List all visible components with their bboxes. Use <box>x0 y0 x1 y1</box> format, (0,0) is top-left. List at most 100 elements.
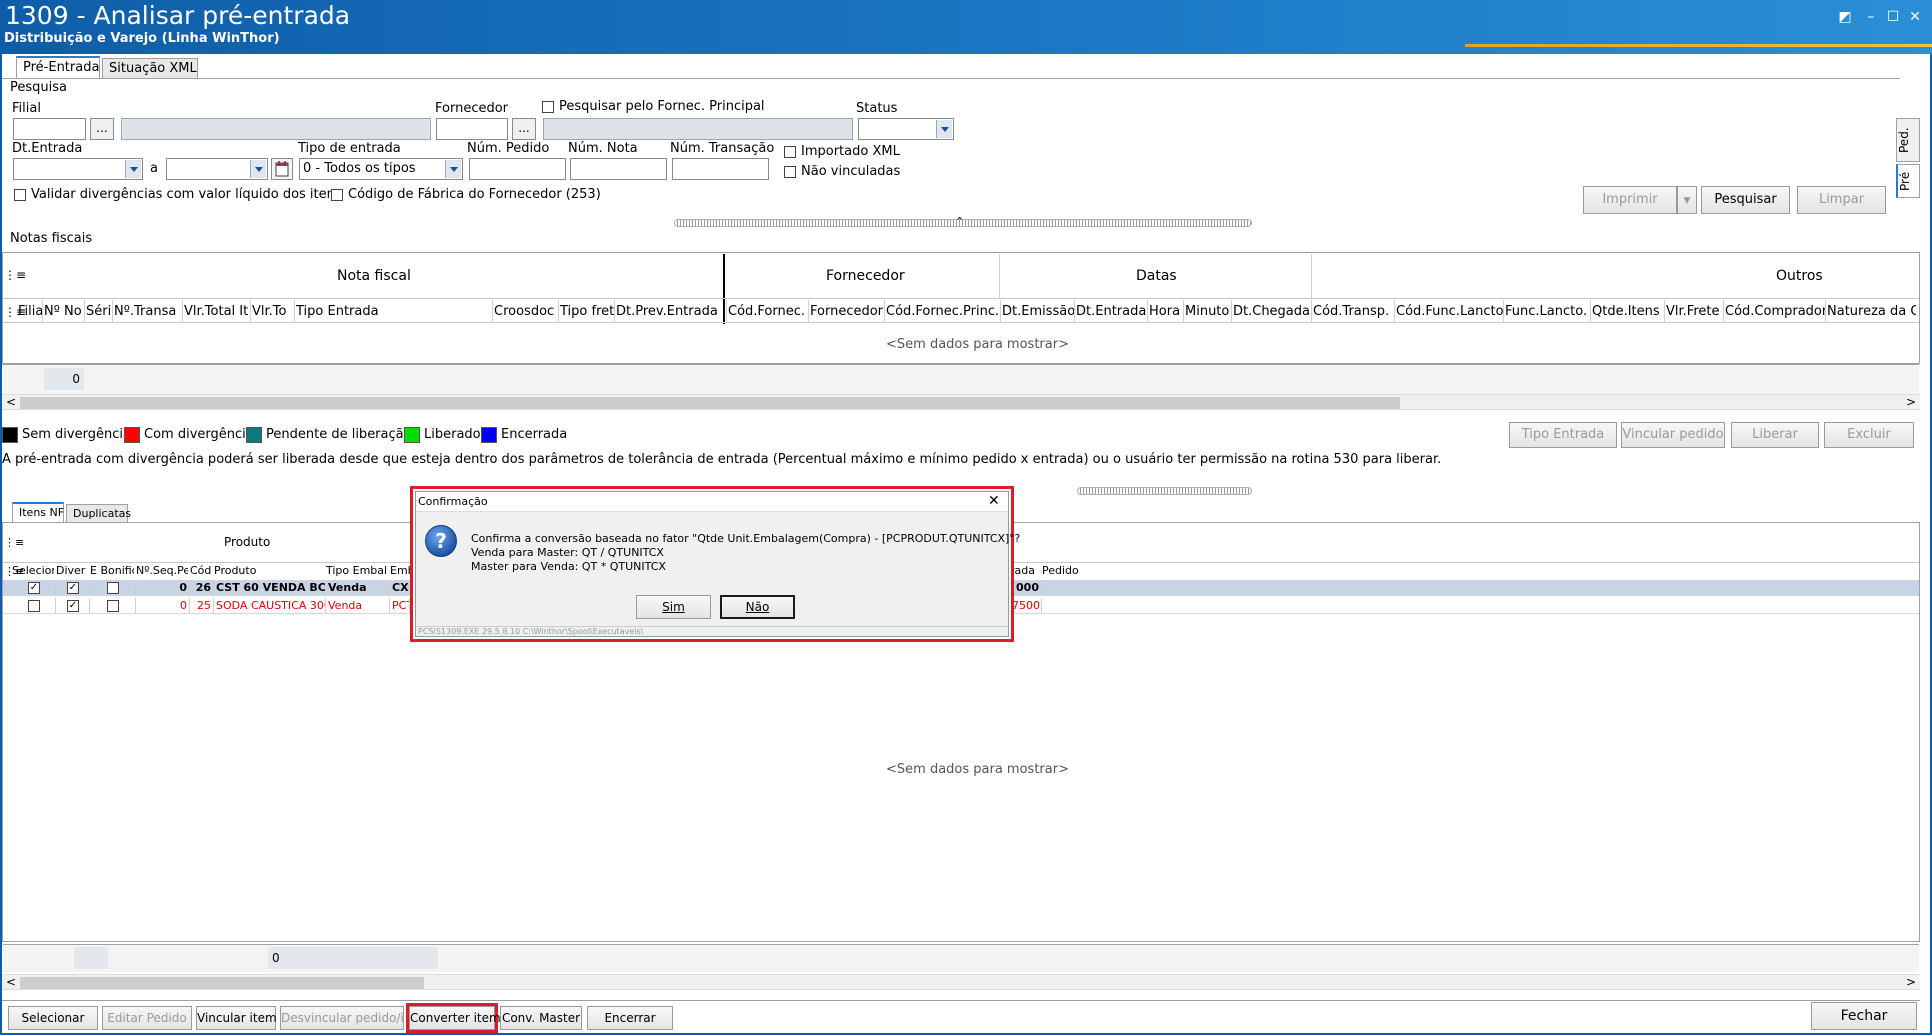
nf-col-header[interactable]: Cód.Fornec. <box>728 304 808 319</box>
col-divider <box>1503 300 1504 322</box>
minimize-button[interactable]: – <box>1860 6 1882 28</box>
itens-col-header[interactable]: rada <box>1010 564 1040 577</box>
nf-col-header[interactable]: Qtde.Itens <box>1592 304 1664 319</box>
nf-col-header[interactable]: Cód.Comprador <box>1725 304 1825 319</box>
status-select[interactable] <box>858 118 954 140</box>
grid-menu-icon[interactable]: ⋮≡ <box>4 268 26 282</box>
scroll-right-icon[interactable]: > <box>1906 395 1916 409</box>
side-tab-pre[interactable]: Pré <box>1896 164 1920 198</box>
itens-col-header[interactable]: Nº.Seq.Pe <box>136 564 188 577</box>
nf-col-header[interactable]: Dt.Entrada <box>1076 304 1147 319</box>
side-tab-ped[interactable]: Ped. <box>1896 118 1920 162</box>
imprimir-dropdown[interactable]: ▼ <box>1677 186 1697 214</box>
divergence-checkbox-box[interactable]: ✓ <box>67 582 79 594</box>
vincular-pedido-button[interactable]: Vincular pedido <box>1621 422 1725 448</box>
conv-master-button[interactable]: Conv. Master <box>500 1006 582 1030</box>
selecionar-button[interactable]: Selecionar <box>8 1006 98 1030</box>
filial-search-button[interactable]: ... <box>90 118 114 140</box>
itens-col-header[interactable]: Cód <box>190 564 212 577</box>
itens-col-header[interactable]: E Bonifica <box>90 564 134 577</box>
collapse-up-icon[interactable]: ⌃ <box>955 215 964 228</box>
encerrar-button[interactable]: Encerrar <box>587 1006 673 1030</box>
tab-duplicatas[interactable]: Duplicatas <box>66 504 131 522</box>
importado-xml-checkbox[interactable] <box>784 146 796 158</box>
tipo-entrada-select[interactable]: 0 - Todos os tipos <box>299 158 463 180</box>
tipo-entrada-button[interactable]: Tipo Entrada <box>1509 422 1617 448</box>
fornecedor-input[interactable] <box>436 118 508 140</box>
tab-pre-entrada[interactable]: Pré-Entrada <box>16 56 100 78</box>
close-button[interactable]: ✕ <box>1904 6 1926 28</box>
nf-col-header[interactable]: Cód.Fornec.Princ. <box>886 304 1000 319</box>
bonificacao-checkbox-box[interactable] <box>107 582 119 594</box>
nf-col-header[interactable]: Cód.Func.Lancto <box>1396 304 1503 319</box>
itens-col-header[interactable]: Produto <box>214 564 324 577</box>
scroll-thumb[interactable] <box>20 977 424 989</box>
notas-hscrollbar[interactable]: < > <box>2 394 1920 410</box>
itens-hscrollbar[interactable]: < > <box>2 974 1920 990</box>
nf-col-header[interactable]: Séri <box>86 304 112 319</box>
nao-vinculadas-checkbox[interactable] <box>784 166 796 178</box>
nf-col-header[interactable]: Dt.Emissão <box>1002 304 1074 319</box>
grid-menu-icon[interactable]: ⋮≡ <box>4 536 24 549</box>
num-nota-input[interactable] <box>570 158 667 180</box>
nf-col-header[interactable]: Dt.Prev.Entrada <box>616 304 726 319</box>
nf-col-header[interactable]: Func.Lancto. <box>1505 304 1590 319</box>
dt-entrada-inicio[interactable] <box>13 158 143 180</box>
nf-col-header[interactable]: Vlr.Frete <box>1666 304 1723 319</box>
bonificacao-checkbox <box>90 598 136 614</box>
nf-col-header[interactable]: Minuto <box>1185 304 1231 319</box>
maximize-button[interactable]: ☐ <box>1882 6 1904 28</box>
num-transacao-input[interactable] <box>672 158 769 180</box>
imprimir-button[interactable]: Imprimir <box>1583 186 1677 214</box>
calendar-icon[interactable] <box>271 158 293 180</box>
liberar-button[interactable]: Liberar <box>1731 422 1819 448</box>
nf-col-header[interactable]: Nº.Transa <box>114 304 182 319</box>
nao-button[interactable]: Não <box>720 595 795 619</box>
scroll-left-icon[interactable]: < <box>6 395 16 409</box>
itens-col-header[interactable]: Selecion <box>12 564 54 577</box>
nf-col-header[interactable]: Natureza da Op <box>1827 304 1916 319</box>
codigo-fabrica-checkbox[interactable] <box>331 189 343 201</box>
nf-col-header[interactable]: Tipo fret <box>560 304 614 319</box>
validar-divergencias-checkbox[interactable] <box>14 189 26 201</box>
nf-col-header[interactable]: Cód.Transp. <box>1313 304 1394 319</box>
filial-input[interactable] <box>13 118 86 140</box>
scroll-thumb[interactable] <box>20 397 1400 409</box>
bonificacao-checkbox-box[interactable] <box>107 600 119 612</box>
desvincular-button[interactable]: Desvincular pedido/item <box>280 1006 404 1030</box>
pesquisar-fornec-checkbox[interactable] <box>542 101 554 113</box>
scroll-left-icon[interactable]: < <box>6 975 16 989</box>
select-checkbox-box[interactable]: ✓ <box>28 582 40 594</box>
divergence-checkbox-box[interactable]: ✓ <box>67 600 79 612</box>
restore-icon[interactable]: ◩ <box>1834 6 1856 28</box>
nf-col-header[interactable]: Vlr.To <box>252 304 294 319</box>
converter-item-button[interactable]: Converter item <box>409 1006 501 1030</box>
sim-button[interactable]: Sim <box>636 595 711 619</box>
nf-col-header[interactable]: Fornecedor <box>810 304 884 319</box>
tab-situacao-xml[interactable]: Situação XML <box>102 58 198 78</box>
dt-entrada-fim[interactable] <box>166 158 268 180</box>
splitter-grip[interactable] <box>1077 487 1252 495</box>
editar-pedido-button[interactable]: Editar Pedido <box>102 1006 192 1030</box>
itens-col-header[interactable]: Diver <box>56 564 88 577</box>
itens-col-header[interactable]: Pedido <box>1042 564 1098 577</box>
excluir-button[interactable]: Excluir <box>1824 422 1914 448</box>
nf-col-header[interactable]: Vlr.Total It <box>184 304 250 319</box>
select-checkbox-box[interactable] <box>28 600 40 612</box>
itens-col-header[interactable]: Tipo Embal.F <box>326 564 388 577</box>
nf-col-header[interactable]: Nº No <box>44 304 84 319</box>
scroll-right-icon[interactable]: > <box>1906 975 1916 989</box>
nf-col-header[interactable]: Filia <box>18 304 42 319</box>
fornecedor-search-button[interactable]: ... <box>512 118 536 140</box>
dialog-close-button[interactable]: ✕ <box>988 493 1000 509</box>
limpar-button[interactable]: Limpar <box>1797 186 1886 214</box>
nf-col-header[interactable]: Dt.Chegada <box>1233 304 1311 319</box>
nf-col-header[interactable]: Croosdoc <box>494 304 558 319</box>
vincular-item-button[interactable]: Vincular item <box>196 1006 277 1030</box>
nf-col-header[interactable]: Tipo Entrada <box>296 304 492 319</box>
pesquisar-button[interactable]: Pesquisar <box>1701 186 1790 214</box>
nf-col-header[interactable]: Hora <box>1149 304 1183 319</box>
fechar-button[interactable]: Fechar <box>1811 1002 1917 1030</box>
tab-itens-nf[interactable]: Itens NF <box>12 502 64 522</box>
num-pedido-input[interactable] <box>469 158 566 180</box>
